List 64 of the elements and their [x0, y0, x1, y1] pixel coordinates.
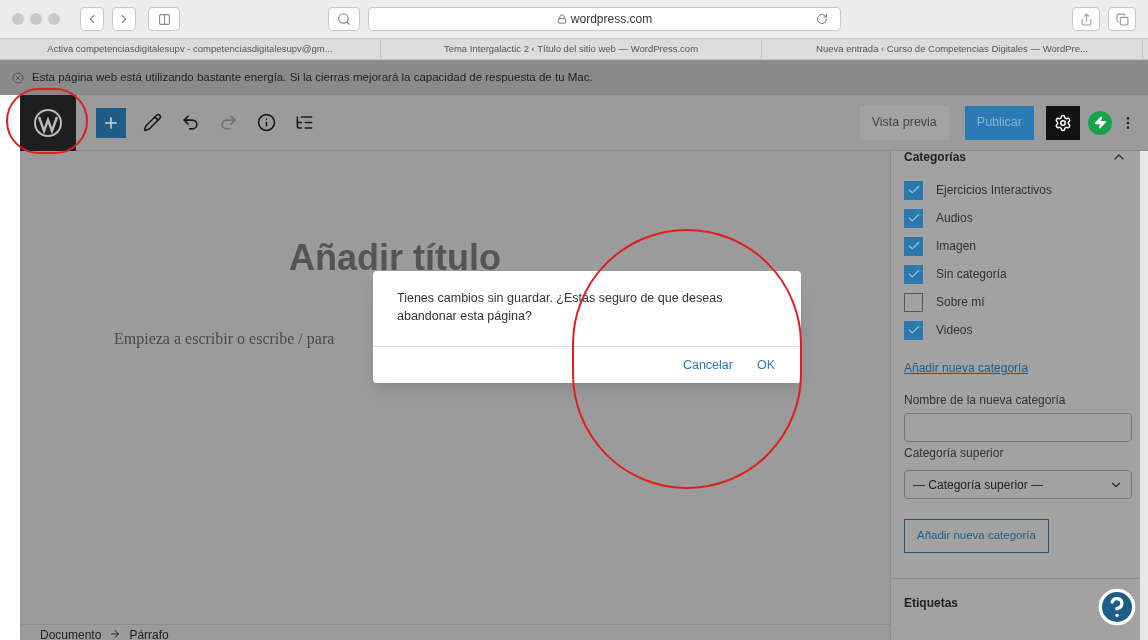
- lightning-icon: [1093, 116, 1107, 129]
- scrollbar[interactable]: [1140, 151, 1148, 640]
- field-label: Nombre de la nueva categoría: [904, 392, 1067, 409]
- dialog-button[interactable]: Cancelar: [682, 355, 733, 375]
- check-icon: [906, 183, 921, 197]
- tabs-icon: [1115, 12, 1129, 26]
- category-checkbox[interactable]: [904, 236, 923, 256]
- check-icon: [906, 239, 921, 253]
- category-label: Sin categoría: [936, 266, 1007, 283]
- category-checkbox[interactable]: [904, 292, 923, 312]
- category-checkbox[interactable]: [904, 264, 923, 284]
- check-icon: [906, 323, 921, 337]
- search-button[interactable]: [328, 7, 360, 31]
- share-button[interactable]: [1072, 7, 1100, 31]
- settings-icon: [1054, 113, 1072, 132]
- category-name-input[interactable]: [904, 413, 1132, 442]
- browser-tab[interactable]: Tema Intergalactic 2 ‹ Título del sitio web — WordPress.com: [381, 39, 762, 59]
- back-button[interactable]: [80, 7, 104, 31]
- parent-category-select[interactable]: — Categoría superior —: [904, 470, 1132, 499]
- address-bar[interactable]: wordpress.com: [368, 7, 841, 31]
- redo-icon: [218, 113, 238, 132]
- wordpress-logo-icon: [33, 107, 63, 138]
- category-label: Imagen: [936, 238, 977, 255]
- jetpack-button[interactable]: [1088, 110, 1112, 135]
- wordpress-logo-button[interactable]: [20, 94, 76, 151]
- category-label: Ejercicios Interactivos: [936, 182, 1053, 199]
- undo-icon: [180, 113, 200, 132]
- panel-title[interactable]: Etiquetas: [904, 593, 958, 612]
- category-checkbox[interactable]: [904, 208, 923, 228]
- reload-icon[interactable]: [816, 13, 828, 25]
- panel-title[interactable]: Categorías: [904, 148, 967, 166]
- check-icon: [906, 211, 921, 225]
- window-control-icon[interactable]: [30, 13, 42, 25]
- energy-notice: Esta página web está utilizando bastante energía. Si la cierras mejorará la capacidad de respuesta de tu Mac.: [32, 69, 593, 85]
- breadcrumb-link[interactable]: Documento: [40, 628, 102, 640]
- category-label: Sobre mí: [936, 294, 985, 311]
- outline-icon: [294, 113, 314, 132]
- share-icon: [1079, 12, 1093, 26]
- category-checkbox[interactable]: [904, 320, 923, 340]
- breadcrumb-link[interactable]: Párrafo: [129, 628, 169, 640]
- window-control-icon[interactable]: [48, 13, 60, 25]
- help-button[interactable]: [1097, 587, 1137, 627]
- sidebar-icon: [157, 12, 171, 26]
- forward-button[interactable]: [112, 7, 136, 31]
- window-control-icon[interactable]: [12, 13, 24, 25]
- add-block-button[interactable]: [96, 107, 126, 138]
- lock-icon: [556, 14, 567, 24]
- field-label: Categoría superior: [904, 445, 1005, 462]
- tabs-button[interactable]: [1108, 7, 1136, 31]
- arrow-icon: [109, 628, 122, 640]
- check-icon: [906, 267, 921, 281]
- browser-tab[interactable]: Activa competenciasdigitalesupv - competenciasdigitalesupv@gm...: [0, 39, 381, 59]
- settings-button[interactable]: [1046, 105, 1080, 140]
- search-icon: [337, 12, 351, 26]
- dialog-button[interactable]: OK: [756, 355, 775, 375]
- category-label: Audios: [936, 210, 973, 227]
- browser-tab[interactable]: Nueva entrada ‹ Curso de Competencias Digitales — WordPre...: [762, 39, 1143, 59]
- category-label: Videos: [936, 322, 973, 339]
- info-icon: [256, 113, 276, 132]
- edit-icon: [142, 113, 162, 132]
- category-checkbox[interactable]: [904, 180, 923, 200]
- sidebar-toggle-button[interactable]: [148, 7, 180, 31]
- preview-button[interactable]: Vista previa: [859, 105, 949, 140]
- close-icon[interactable]: [12, 71, 24, 84]
